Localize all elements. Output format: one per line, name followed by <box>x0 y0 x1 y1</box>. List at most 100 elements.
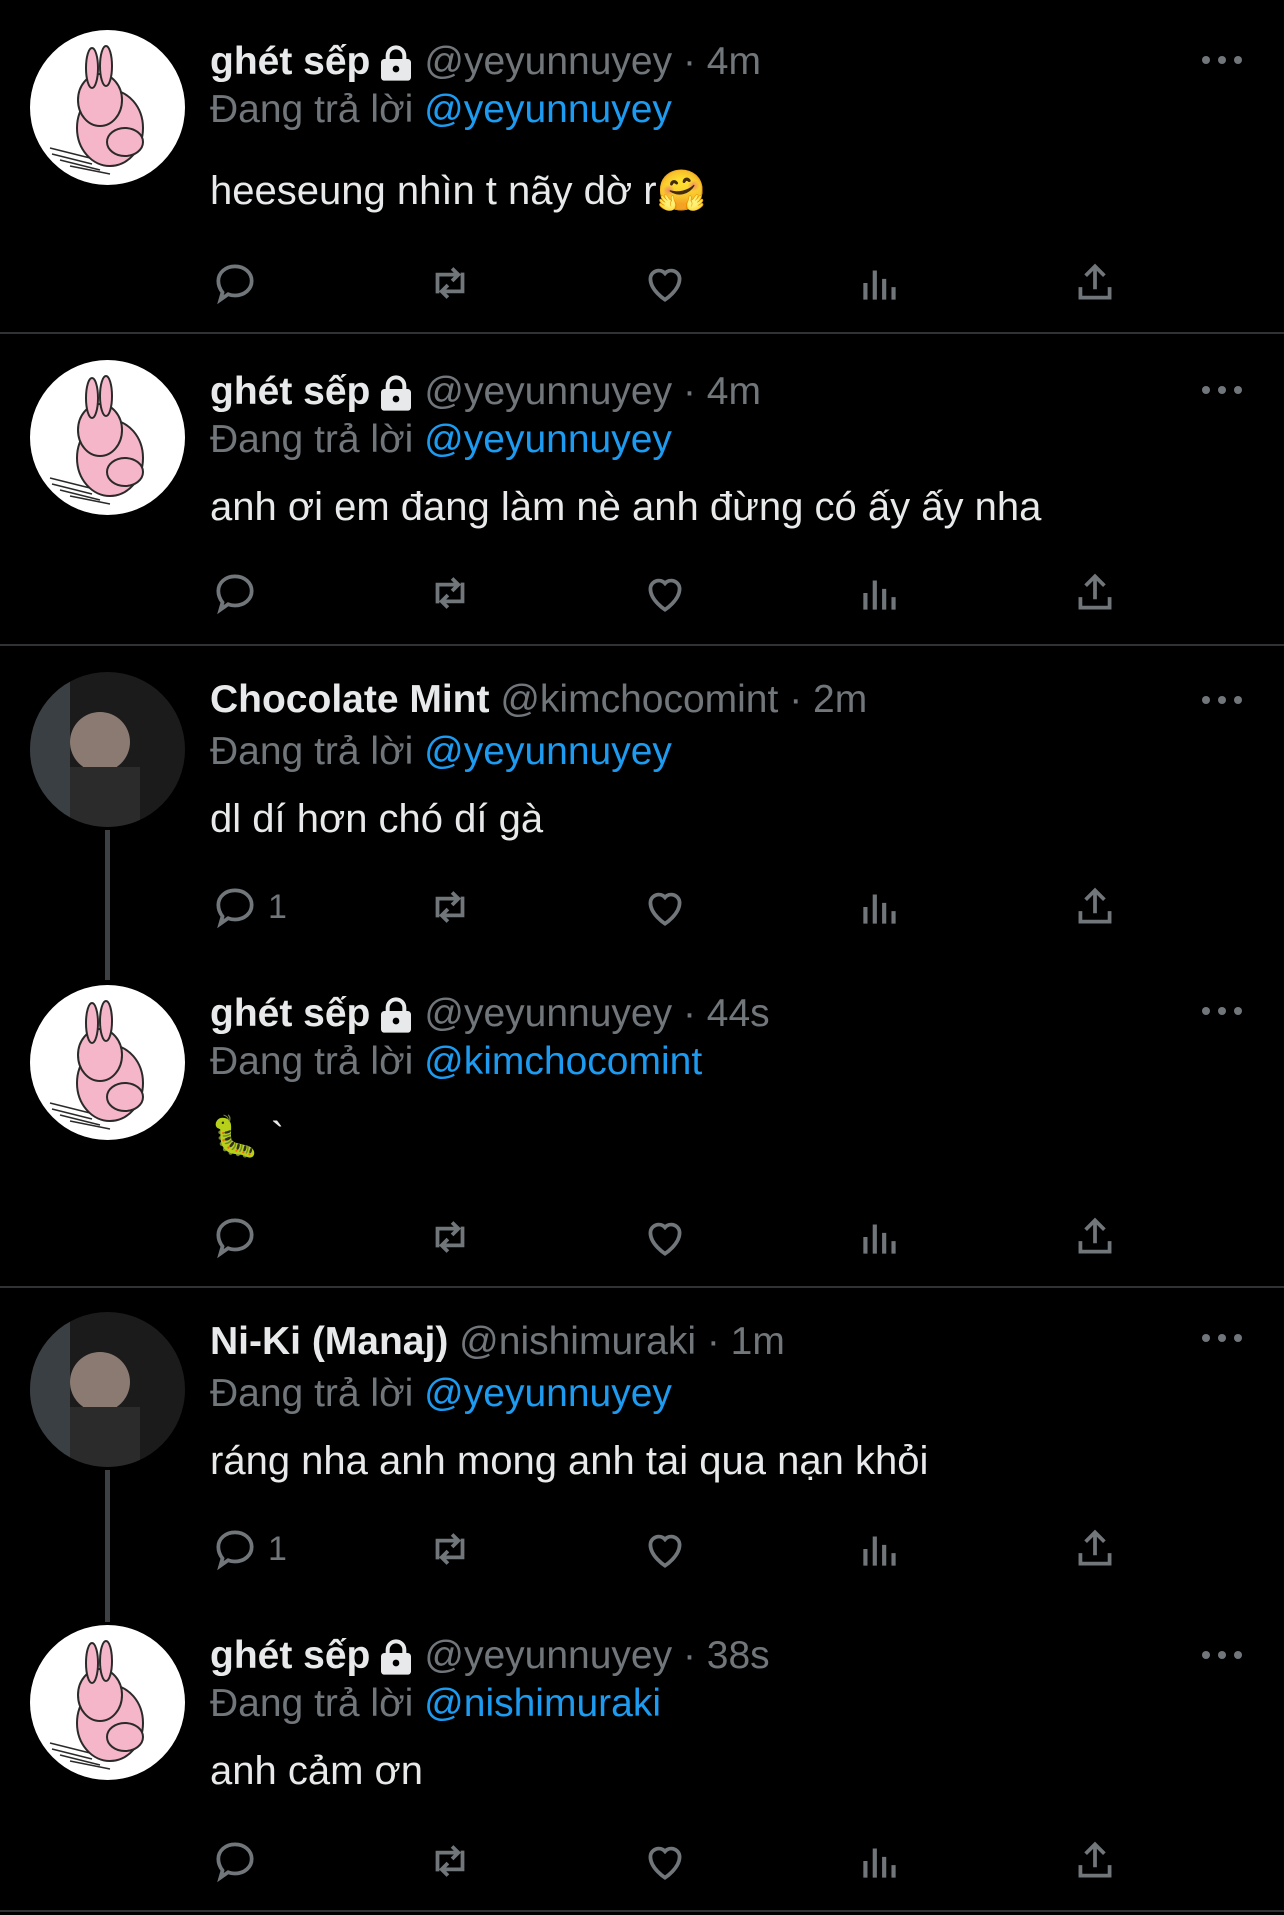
handle[interactable]: @kimchocomint <box>500 678 778 721</box>
display-name[interactable]: ghét sếp <box>210 370 370 413</box>
avatar[interactable] <box>30 985 185 1140</box>
like-button[interactable] <box>640 568 690 618</box>
retweet-button[interactable] <box>425 1524 475 1574</box>
like-icon <box>640 568 690 618</box>
views-icon <box>855 1524 905 1574</box>
handle[interactable]: @yeyunnuyey <box>424 40 672 83</box>
avatar[interactable] <box>30 672 185 827</box>
display-name[interactable]: ghét sếp <box>210 1634 370 1677</box>
more-options-icon[interactable] <box>1200 1003 1244 1019</box>
share-button[interactable] <box>1070 1212 1120 1262</box>
tweet-text: anh ơi em đang làm nè anh đừng có ấy ấy … <box>210 485 1042 529</box>
views-button[interactable] <box>855 258 905 308</box>
share-button[interactable] <box>1070 882 1120 932</box>
tweet-header: ghét sếp @yeyunnuyey · 4m <box>210 38 761 86</box>
replying-to: Đang trả lời @nishimuraki <box>210 1680 661 1728</box>
lock-icon <box>376 996 416 1036</box>
share-button[interactable] <box>1070 258 1120 308</box>
reply-icon <box>210 882 260 932</box>
mention-link[interactable]: @yeyunnuyey <box>424 730 672 773</box>
views-button[interactable] <box>855 1212 905 1262</box>
replying-to: Đang trả lời @yeyunnuyey <box>210 1370 672 1418</box>
handle[interactable]: @yeyunnuyey <box>424 1634 672 1677</box>
tweet-text: ráng nha anh mong anh tai qua nạn khỏi <box>210 1439 929 1483</box>
views-button[interactable] <box>855 568 905 618</box>
timestamp[interactable]: · 4m <box>683 40 761 83</box>
display-name[interactable]: ghét sếp <box>210 40 370 83</box>
views-icon <box>855 1836 905 1886</box>
mention-link[interactable]: @kimchocomint <box>424 1040 702 1083</box>
timestamp[interactable]: · 38s <box>683 1634 770 1677</box>
like-button[interactable] <box>640 1836 690 1886</box>
divider <box>0 1910 1284 1912</box>
mention-link[interactable]: @yeyunnuyey <box>424 418 672 461</box>
retweet-button[interactable] <box>425 1212 475 1262</box>
share-icon <box>1070 568 1120 618</box>
tweet-actions: 1 <box>210 1524 1210 1574</box>
like-button[interactable] <box>640 258 690 308</box>
reply-count: 1 <box>268 1529 287 1568</box>
replying-label: Đang trả lời <box>210 1682 414 1725</box>
tweet-header: ghét sếp @yeyunnuyey · 38s <box>210 1632 770 1680</box>
avatar[interactable] <box>30 1625 185 1780</box>
reply-icon <box>210 1212 260 1262</box>
handle[interactable]: @yeyunnuyey <box>424 370 672 413</box>
views-icon <box>855 568 905 618</box>
retweet-button[interactable] <box>425 882 475 932</box>
retweet-icon <box>425 1212 475 1262</box>
timestamp[interactable]: · 2m <box>789 678 867 721</box>
mention-link[interactable]: @nishimuraki <box>424 1682 661 1725</box>
divider <box>0 332 1284 334</box>
reply-button[interactable] <box>210 258 268 308</box>
reply-button[interactable] <box>210 1836 268 1886</box>
more-options-icon[interactable] <box>1200 382 1244 398</box>
thread-connector-line <box>105 830 110 980</box>
more-options-icon[interactable] <box>1200 52 1244 68</box>
display-name[interactable]: Chocolate Mint <box>210 678 490 721</box>
like-button[interactable] <box>640 1212 690 1262</box>
like-button[interactable] <box>640 882 690 932</box>
more-options-icon[interactable] <box>1200 1330 1244 1346</box>
share-button[interactable] <box>1070 1836 1120 1886</box>
retweet-button[interactable] <box>425 258 475 308</box>
share-icon <box>1070 258 1120 308</box>
reply-button[interactable] <box>210 568 268 618</box>
reply-button[interactable]: 1 <box>210 1524 287 1574</box>
like-icon <box>640 258 690 308</box>
share-icon <box>1070 1212 1120 1262</box>
avatar[interactable] <box>30 1312 185 1467</box>
replying-to: Đang trả lời @yeyunnuyey <box>210 728 672 776</box>
views-button[interactable] <box>855 1524 905 1574</box>
timestamp[interactable]: · 44s <box>683 992 770 1035</box>
timestamp[interactable]: · 4m <box>683 370 761 413</box>
share-button[interactable] <box>1070 1524 1120 1574</box>
tweet-actions <box>210 258 1210 308</box>
display-name[interactable]: ghét sếp <box>210 992 370 1035</box>
retweet-button[interactable] <box>425 1836 475 1886</box>
share-button[interactable] <box>1070 568 1120 618</box>
tweet-header: Chocolate Mint @kimchocomint · 2m <box>210 676 867 724</box>
replying-label: Đang trả lời <box>210 418 414 461</box>
reply-button[interactable]: 1 <box>210 882 287 932</box>
timestamp[interactable]: · 1m <box>707 1320 785 1363</box>
like-button[interactable] <box>640 1524 690 1574</box>
more-options-icon[interactable] <box>1200 1647 1244 1663</box>
handle[interactable]: @nishimuraki <box>459 1320 696 1363</box>
tweet-header: ghét sếp @yeyunnuyey · 4m <box>210 368 761 416</box>
more-options-icon[interactable] <box>1200 692 1244 708</box>
divider <box>0 644 1284 646</box>
views-icon <box>855 1212 905 1262</box>
retweet-button[interactable] <box>425 568 475 618</box>
views-button[interactable] <box>855 882 905 932</box>
avatar[interactable] <box>30 360 185 515</box>
handle[interactable]: @yeyunnuyey <box>424 992 672 1035</box>
avatar[interactable] <box>30 30 185 185</box>
display-name[interactable]: Ni-Ki (Manaj) <box>210 1320 448 1363</box>
reply-icon <box>210 1836 260 1886</box>
mention-link[interactable]: @yeyunnuyey <box>424 88 672 131</box>
replying-label: Đang trả lời <box>210 730 414 773</box>
mention-link[interactable]: @yeyunnuyey <box>424 1372 672 1415</box>
tweet-text: dl dí hơn chó dí gà <box>210 797 544 841</box>
views-button[interactable] <box>855 1836 905 1886</box>
reply-button[interactable] <box>210 1212 268 1262</box>
